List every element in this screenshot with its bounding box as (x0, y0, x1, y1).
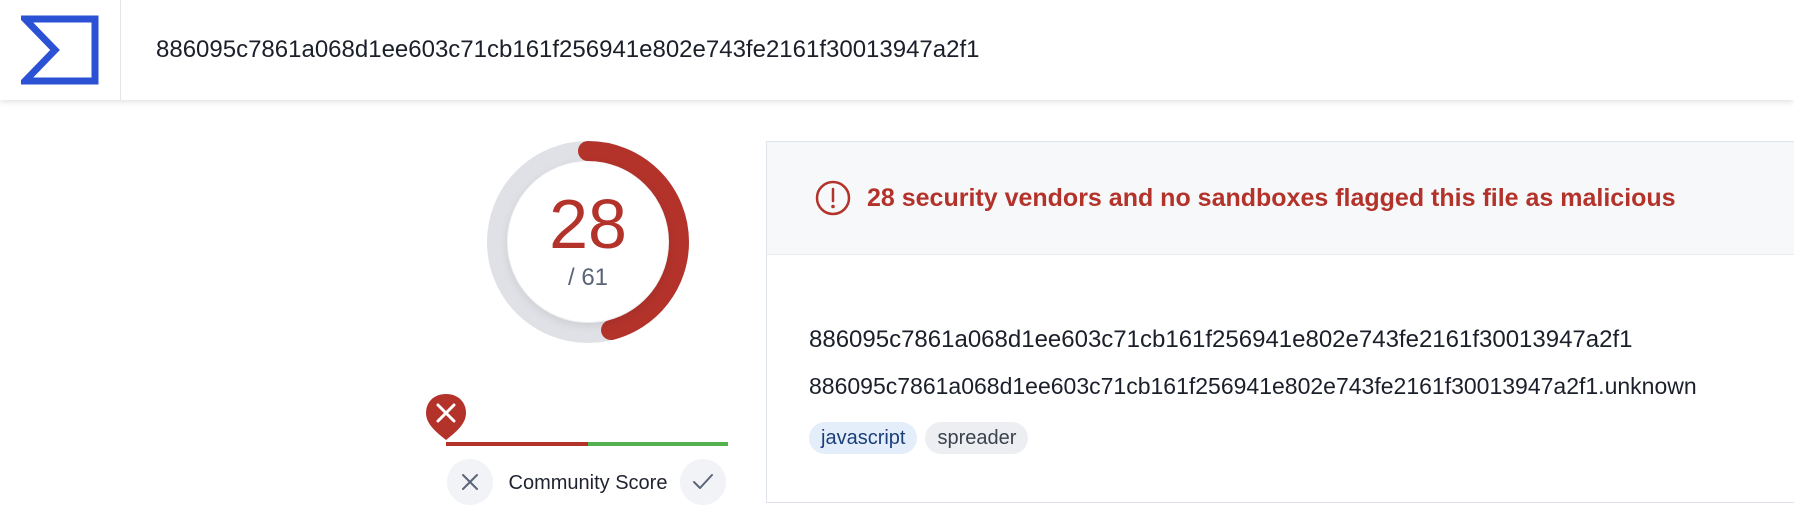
tag-list: javascript spreader (809, 422, 1029, 454)
detection-count: 28 (549, 185, 627, 263)
logo[interactable] (0, 0, 121, 100)
community-score-label: Community Score (508, 472, 668, 494)
check-icon (693, 474, 713, 489)
community-bar-positive (588, 442, 728, 446)
result-panel: 28 security vendors and no sandboxes fla… (766, 141, 1794, 503)
detection-banner: 28 security vendors and no sandboxes fla… (767, 142, 1794, 255)
search-input[interactable] (156, 30, 1756, 70)
community-marker-icon (426, 394, 466, 440)
top-bar (0, 0, 1794, 100)
tag-spreader[interactable]: spreader (925, 422, 1029, 454)
sigma-logo-icon (21, 15, 99, 85)
x-icon (462, 474, 478, 490)
community-vote-down-button[interactable] (447, 459, 493, 505)
file-hash[interactable]: 886095c7861a068d1ee603c71cb161f256941e80… (809, 326, 1633, 354)
detection-score: 28 / 61 (508, 162, 668, 322)
file-name: 886095c7861a068d1ee603c71cb161f256941e80… (809, 373, 1697, 399)
community-vote-up-button[interactable] (680, 459, 726, 505)
alert-circle-icon (815, 180, 851, 216)
tag-javascript[interactable]: javascript (809, 422, 918, 454)
detection-total: / 61 (567, 264, 609, 291)
community-bar-negative (446, 442, 588, 446)
detection-banner-text: 28 security vendors and no sandboxes fla… (867, 184, 1676, 212)
